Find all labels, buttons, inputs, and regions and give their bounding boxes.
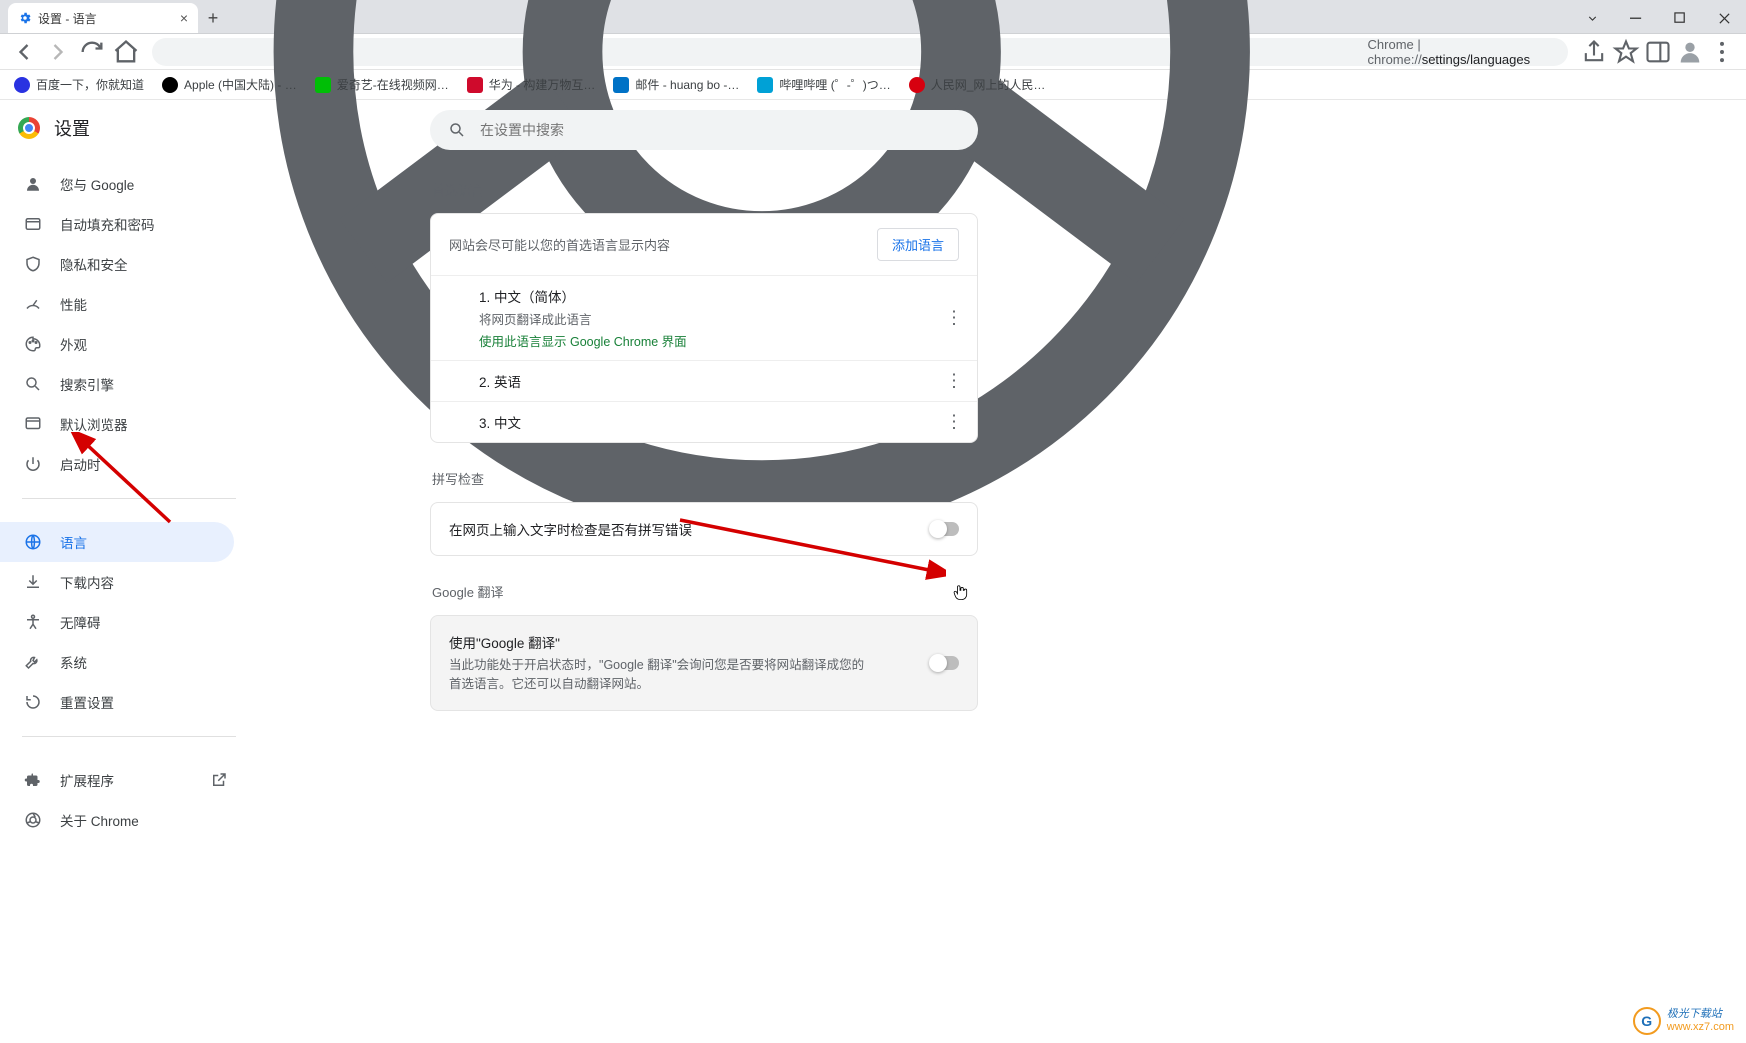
more-icon[interactable]: ⋮ — [945, 308, 963, 329]
google-translate-card: 使用"Google 翻译" 当此功能处于开启状态时，"Google 翻译"会询问… — [430, 615, 978, 711]
favicon — [909, 77, 925, 93]
favicon — [757, 77, 773, 93]
url-path: settings/languages — [1422, 52, 1530, 67]
sidebar-item-autofill[interactable]: 自动填充和密码 — [0, 204, 234, 244]
address-bar[interactable]: Chrome | chrome://settings/languages — [152, 38, 1568, 66]
settings-search-input[interactable] — [480, 122, 960, 138]
bookmark-item[interactable]: 华为 - 构建万物互… — [467, 76, 596, 93]
browser-tab[interactable]: 设置 - 语言 × — [8, 3, 198, 33]
favicon — [315, 77, 331, 93]
watermark: G 极光下载站www.xz7.com — [1633, 1007, 1734, 1035]
search-icon — [448, 121, 466, 139]
bookmark-item[interactable]: 百度一下，你就知道 — [14, 76, 144, 93]
page-title: 设置 — [54, 115, 90, 141]
open-external-icon — [210, 771, 228, 789]
globe-icon — [24, 533, 42, 551]
sidebar-item-search-engine[interactable]: 搜索引擎 — [0, 364, 234, 404]
section-preferred-languages: 首选语言 — [432, 180, 978, 199]
language-item: 2. 英语 ⋮ — [431, 360, 977, 401]
minimize-button[interactable] — [1614, 3, 1658, 33]
language-item: 3. 中文 ⋮ — [431, 401, 977, 442]
url-scheme: Chrome — [1368, 37, 1414, 52]
accessibility-icon — [24, 613, 42, 631]
favicon — [14, 77, 30, 93]
window-controls — [1570, 3, 1746, 33]
bookmark-item[interactable]: 邮件 - huang bo -… — [613, 76, 739, 93]
wrench-icon — [24, 653, 42, 671]
speed-icon — [24, 295, 42, 313]
preferred-languages-hint: 网站会尽可能以您的首选语言显示内容 — [449, 235, 670, 254]
close-icon[interactable]: × — [180, 10, 188, 26]
autofill-icon — [24, 215, 42, 233]
spell-check-toggle[interactable] — [931, 522, 959, 536]
sidebar-item-default-browser[interactable]: 默认浏览器 — [0, 404, 234, 444]
favicon — [162, 77, 178, 93]
favicon — [467, 77, 483, 93]
share-button[interactable] — [1580, 38, 1608, 66]
google-translate-desc: 当此功能处于开启状态时，"Google 翻译"会询问您是否要将网站翻译成您的首选… — [449, 656, 931, 694]
bookmark-item[interactable]: Apple (中国大陆) - … — [162, 76, 297, 93]
reload-button[interactable] — [78, 38, 106, 66]
bookmark-item[interactable]: 人民网_网上的人民… — [909, 76, 1046, 93]
sidebar-item-reset[interactable]: 重置设置 — [0, 682, 234, 722]
language-item: 1. 中文（简体） 将网页翻译成此语言 使用此语言显示 Google Chrom… — [431, 275, 977, 360]
extension-icon — [24, 771, 42, 789]
sidebar-item-system[interactable]: 系统 — [0, 642, 234, 682]
section-spell-check: 拼写检查 — [432, 469, 978, 488]
download-icon — [24, 573, 42, 591]
gear-icon — [18, 11, 32, 25]
toolbar: Chrome | chrome://settings/languages — [0, 34, 1746, 70]
maximize-button[interactable] — [1658, 3, 1702, 33]
sidebar-item-appearance[interactable]: 外观 — [0, 324, 234, 364]
sidebar-item-you-and-google[interactable]: 您与 Google — [0, 164, 234, 204]
more-icon[interactable]: ⋮ — [945, 371, 963, 392]
spell-check-card: 在网页上输入文字时检查是否有拼写错误 — [430, 502, 978, 556]
content: 首选语言 网站会尽可能以您的首选语言显示内容 添加语言 1. 中文（简体） 将网… — [258, 156, 1746, 840]
sidebar-item-extensions[interactable]: 扩展程序 — [0, 760, 234, 800]
forward-button[interactable] — [44, 38, 72, 66]
sidebar-item-about[interactable]: 关于 Chrome — [0, 800, 234, 840]
watermark-logo-icon: G — [1633, 1007, 1661, 1035]
tabs-dropdown-button[interactable] — [1570, 3, 1614, 33]
bookmark-item[interactable]: 爱奇艺-在线视频网… — [315, 76, 449, 93]
sidebar-item-downloads[interactable]: 下载内容 — [0, 562, 234, 602]
sidebar: 您与 Google 自动填充和密码 隐私和安全 性能 外观 搜索引擎 默认浏览器… — [0, 156, 258, 840]
sidebar-item-accessibility[interactable]: 无障碍 — [0, 602, 234, 642]
side-panel-button[interactable] — [1644, 38, 1672, 66]
section-google-translate: Google 翻译 — [432, 582, 978, 601]
palette-icon — [24, 335, 42, 353]
more-icon[interactable]: ⋮ — [945, 412, 963, 433]
sidebar-item-languages[interactable]: 语言 — [0, 522, 234, 562]
bookmark-star-button[interactable] — [1612, 38, 1640, 66]
person-icon — [24, 175, 42, 193]
settings-search[interactable] — [430, 110, 978, 150]
chrome-icon — [24, 811, 42, 829]
sidebar-item-privacy[interactable]: 隐私和安全 — [0, 244, 234, 284]
reset-icon — [24, 693, 42, 711]
profile-button[interactable] — [1676, 38, 1704, 66]
home-button[interactable] — [112, 38, 140, 66]
sidebar-item-performance[interactable]: 性能 — [0, 284, 234, 324]
bookmark-item[interactable]: 哔哩哔哩 (゜-゜)つ… — [757, 76, 890, 93]
preferred-languages-card: 网站会尽可能以您的首选语言显示内容 添加语言 1. 中文（简体） 将网页翻译成此… — [430, 213, 978, 443]
sidebar-item-startup[interactable]: 启动时 — [0, 444, 234, 484]
search-icon — [24, 375, 42, 393]
menu-button[interactable] — [1708, 38, 1736, 66]
tab-title: 设置 - 语言 — [38, 10, 97, 27]
back-button[interactable] — [10, 38, 38, 66]
window-close-button[interactable] — [1702, 3, 1746, 33]
add-language-button[interactable]: 添加语言 — [877, 228, 959, 261]
favicon — [613, 77, 629, 93]
browser-icon — [24, 415, 42, 433]
google-translate-toggle[interactable] — [931, 656, 959, 670]
spell-check-label: 在网页上输入文字时检查是否有拼写错误 — [449, 519, 692, 539]
chrome-logo-icon — [18, 117, 40, 139]
shield-icon — [24, 255, 42, 273]
power-icon — [24, 455, 42, 473]
google-translate-label: 使用"Google 翻译" — [449, 632, 931, 652]
